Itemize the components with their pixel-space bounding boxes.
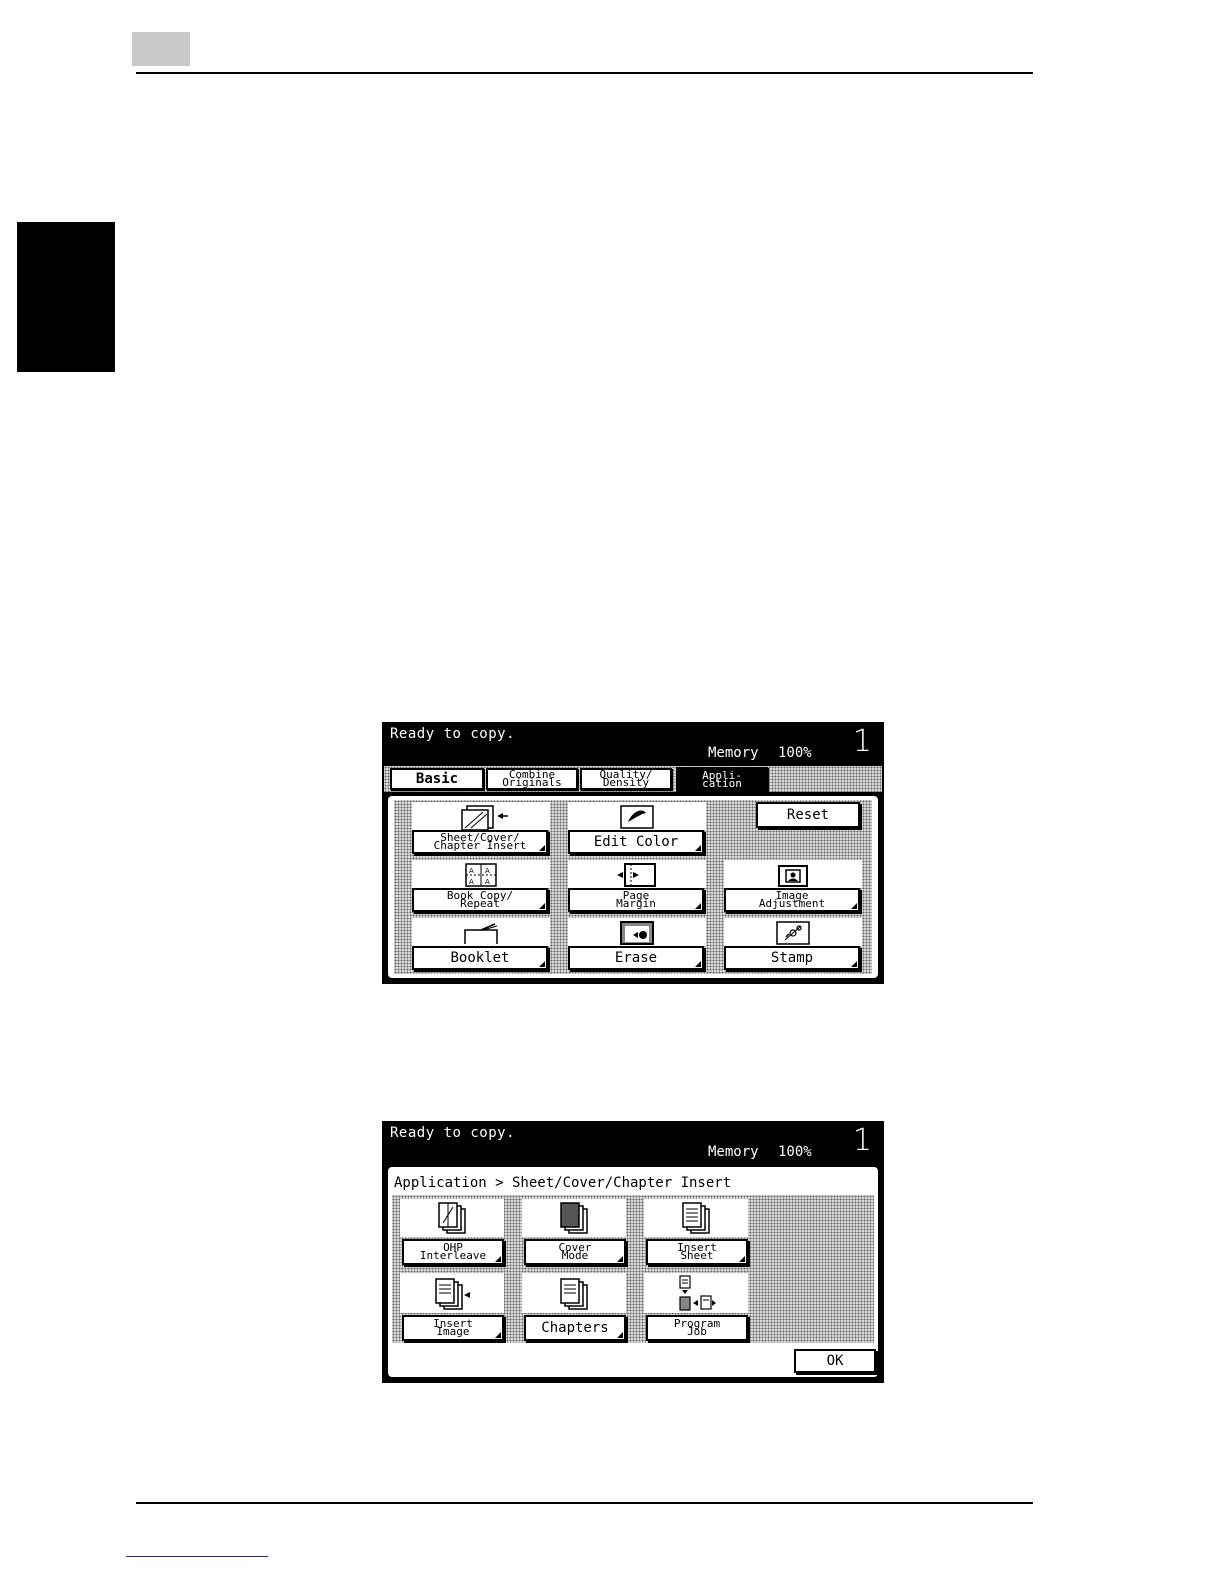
image-adjustment-icon — [778, 865, 808, 887]
page-margin-icon-cell — [568, 860, 706, 888]
copier-screen-sheet-insert: Ready to copy. Memory 100% 1 Application… — [382, 1121, 884, 1383]
footer-link-underline — [126, 1556, 268, 1557]
tab-basic[interactable]: Basic — [390, 768, 484, 790]
ok-button[interactable]: OK — [794, 1349, 876, 1373]
tab-application[interactable]: Appli- cation — [676, 767, 768, 792]
stamp-icon — [776, 921, 810, 945]
cover-mode-icon-cell — [522, 1199, 626, 1237]
chapters-button[interactable]: Chapters — [524, 1315, 626, 1341]
copy-count: 1 — [852, 1123, 872, 1158]
erase-icon — [620, 921, 654, 945]
status-message: Ready to copy. — [390, 1125, 516, 1141]
ohp-interleave-icon — [438, 1202, 466, 1234]
status-bar: Ready to copy. Memory 100% 1 — [384, 724, 882, 766]
submenu-corner-icon — [539, 845, 545, 851]
program-job-button[interactable]: Program Job — [646, 1315, 748, 1341]
booklet-icon-cell — [412, 918, 550, 946]
submenu-corner-icon — [851, 903, 857, 909]
sheet-insert-panel: Application > Sheet/Cover/Chapter Insert… — [386, 1165, 880, 1379]
submenu-corner-icon — [739, 1256, 745, 1262]
submenu-corner-icon — [495, 1332, 501, 1338]
sheet-cover-chapter-insert-button[interactable]: Sheet/Cover/ Chapter Insert — [412, 830, 548, 854]
submenu-corner-icon — [695, 961, 701, 967]
chapters-icon — [560, 1278, 588, 1310]
submenu-corner-icon — [695, 845, 701, 851]
status-bar: Ready to copy. Memory 100% 1 — [384, 1123, 882, 1165]
memory-value: 100% — [778, 1144, 812, 1160]
insert-sheet-icon — [682, 1202, 710, 1234]
tab-quality-density[interactable]: Quality/ Density — [580, 768, 672, 790]
submenu-corner-icon — [539, 961, 545, 967]
svg-text:A: A — [485, 878, 490, 886]
book-copy-icon-cell: A A A A — [412, 860, 550, 888]
svg-text:A: A — [469, 867, 474, 875]
image-adjustment-button[interactable]: Image Adjustment — [724, 888, 860, 912]
page-margin-icon — [617, 863, 656, 887]
insert-image-button[interactable]: Insert Image — [402, 1315, 504, 1341]
svg-text:A: A — [469, 878, 474, 886]
header-rule — [136, 72, 1033, 74]
submenu-corner-icon — [617, 1256, 623, 1262]
insert-image-icon-cell — [400, 1273, 504, 1313]
cover-mode-icon — [560, 1202, 588, 1234]
booklet-icon — [464, 923, 498, 944]
application-panel: Sheet/Cover/ Chapter Insert Edit Color R… — [386, 794, 880, 980]
stamp-button[interactable]: Stamp — [724, 946, 860, 970]
reset-button[interactable]: Reset — [756, 802, 860, 828]
memory-label: Memory — [708, 1144, 759, 1160]
edit-color-button[interactable]: Edit Color — [568, 830, 704, 854]
tab-combine-originals[interactable]: Combine Originals — [486, 768, 578, 790]
sheet-insert-icon-cell — [412, 802, 550, 830]
insert-sheet-icon-cell — [644, 1199, 748, 1237]
chapters-icon-cell — [522, 1273, 626, 1313]
cover-mode-button[interactable]: Cover Mode — [524, 1239, 626, 1265]
edit-color-icon-cell — [568, 802, 706, 830]
page-number-box — [132, 32, 190, 66]
stamp-icon-cell — [724, 918, 862, 946]
erase-button[interactable]: Erase — [568, 946, 704, 970]
footer-rule — [136, 1502, 1033, 1504]
memory-value: 100% — [778, 745, 812, 761]
image-adjustment-icon-cell — [724, 860, 862, 888]
copy-count: 1 — [852, 724, 872, 759]
submenu-corner-icon — [617, 1332, 623, 1338]
chapter-side-tab — [17, 222, 115, 372]
booklet-button[interactable]: Booklet — [412, 946, 548, 970]
ohp-interleave-button[interactable]: OHP Interleave — [402, 1239, 504, 1265]
sheet-cover-insert-icon — [461, 805, 508, 830]
page-margin-button[interactable]: Page Margin — [568, 888, 704, 912]
memory-label: Memory — [708, 745, 759, 761]
tab-strip: Basic Combine Originals Quality/ Density… — [384, 766, 882, 792]
book-copy-repeat-button[interactable]: Book Copy/ Repeat — [412, 888, 548, 912]
insert-image-icon — [435, 1278, 470, 1310]
submenu-corner-icon — [695, 903, 701, 909]
svg-text:A: A — [485, 867, 490, 875]
program-job-icon-cell — [644, 1273, 748, 1313]
program-job-icon — [679, 1275, 716, 1311]
status-message: Ready to copy. — [390, 726, 516, 742]
insert-sheet-button[interactable]: Insert Sheet — [646, 1239, 748, 1265]
edit-color-icon — [620, 805, 654, 829]
submenu-corner-icon — [539, 903, 545, 909]
breadcrumb: Application > Sheet/Cover/Chapter Insert — [394, 1175, 732, 1191]
submenu-corner-icon — [495, 1256, 501, 1262]
submenu-corner-icon — [851, 961, 857, 967]
copier-screen-application: Ready to copy. Memory 100% 1 Basic Combi… — [382, 722, 884, 984]
book-copy-icon: A A A A — [465, 863, 497, 887]
erase-icon-cell — [568, 918, 706, 946]
ohp-interleave-icon-cell — [400, 1199, 504, 1237]
